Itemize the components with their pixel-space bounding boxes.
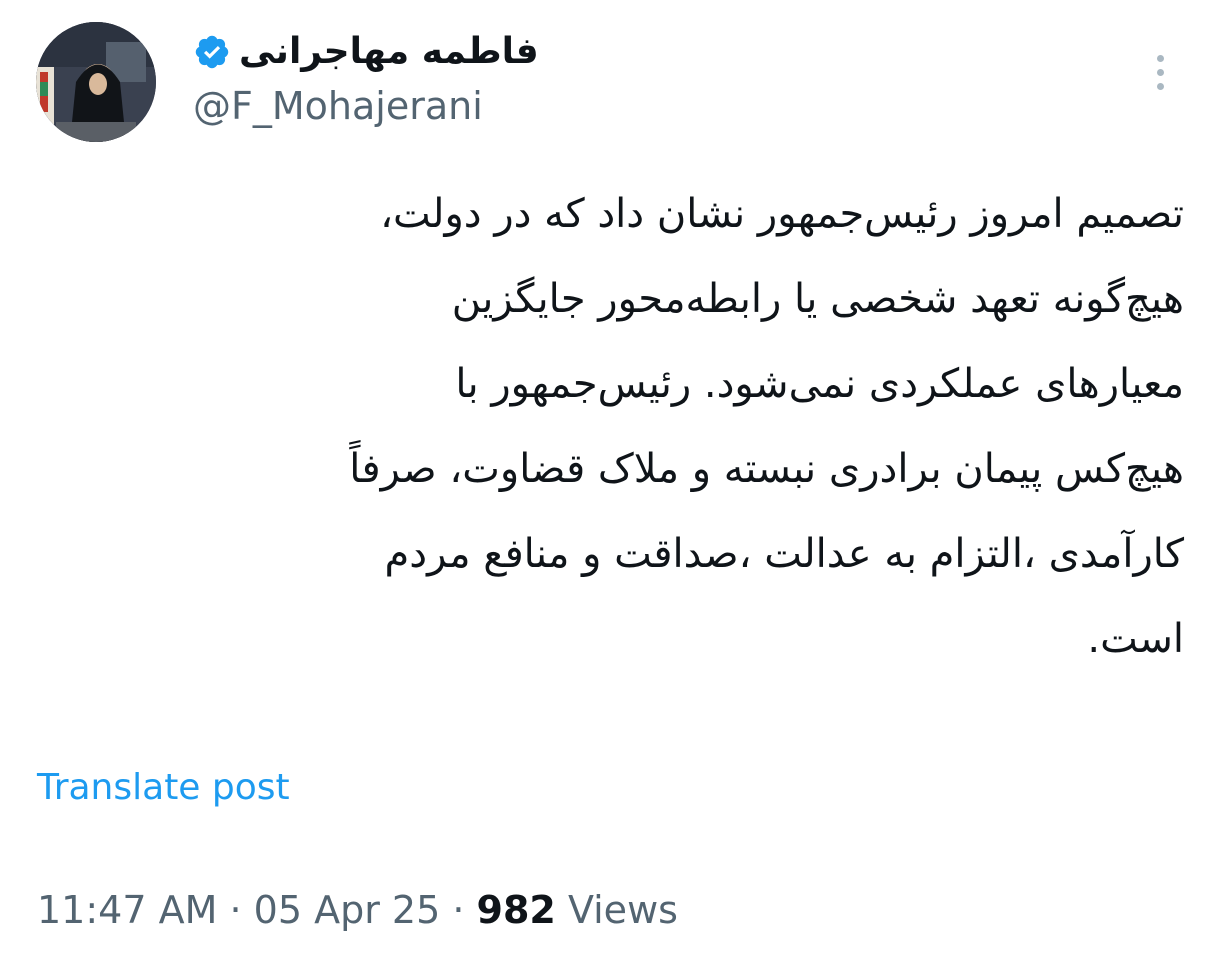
post-line: تصمیم امروز رئیس‌جمهور نشان داد که در دو… xyxy=(380,191,1184,237)
post-line: است. xyxy=(1087,616,1184,662)
views-label: Views xyxy=(567,888,678,932)
post-line: معیارهای عملکردی نمی‌شود. رئیس‌جمهور با xyxy=(455,361,1184,407)
verified-badge-icon xyxy=(195,35,229,69)
post-text: تصمیم امروز رئیس‌جمهور نشان داد که در دو… xyxy=(36,172,1184,682)
post-date[interactable]: 05 Apr 25 xyxy=(254,888,441,932)
post-line: کارآمدی ،التزام به عدالت ،صداقت و منافع … xyxy=(384,531,1184,577)
post-time[interactable]: 11:47 AM xyxy=(37,888,217,932)
name-row: فاطمه مهاجرانی xyxy=(193,26,793,78)
views-count: 982 xyxy=(476,888,556,932)
translate-post-link[interactable]: Translate post xyxy=(37,764,290,812)
tweet: فاطمه مهاجرانی @F_Mohajerani تصمیم امروز… xyxy=(0,0,1220,957)
post-line: هیچ‌کس پیمان برادری نبسته و ملاک قضاوت، … xyxy=(349,446,1184,492)
more-dot xyxy=(1156,54,1164,62)
meta-separator: · xyxy=(452,888,465,932)
more-dot xyxy=(1156,68,1164,76)
author-block: فاطمه مهاجرانی @F_Mohajerani xyxy=(193,26,793,132)
avatar[interactable] xyxy=(36,22,156,142)
more-options-icon[interactable] xyxy=(1144,48,1176,96)
avatar-image xyxy=(36,22,156,142)
meta-separator: · xyxy=(229,888,242,932)
more-dot xyxy=(1156,82,1164,90)
author-display-name[interactable]: فاطمه مهاجرانی xyxy=(239,26,539,78)
post-line: هیچ‌گونه تعهد شخصی یا رابطه‌محور جایگزین xyxy=(451,276,1184,322)
author-handle[interactable]: @F_Mohajerani xyxy=(193,80,793,132)
post-meta: 11:47 AM · 05 Apr 25 · 982 Views xyxy=(37,884,678,936)
